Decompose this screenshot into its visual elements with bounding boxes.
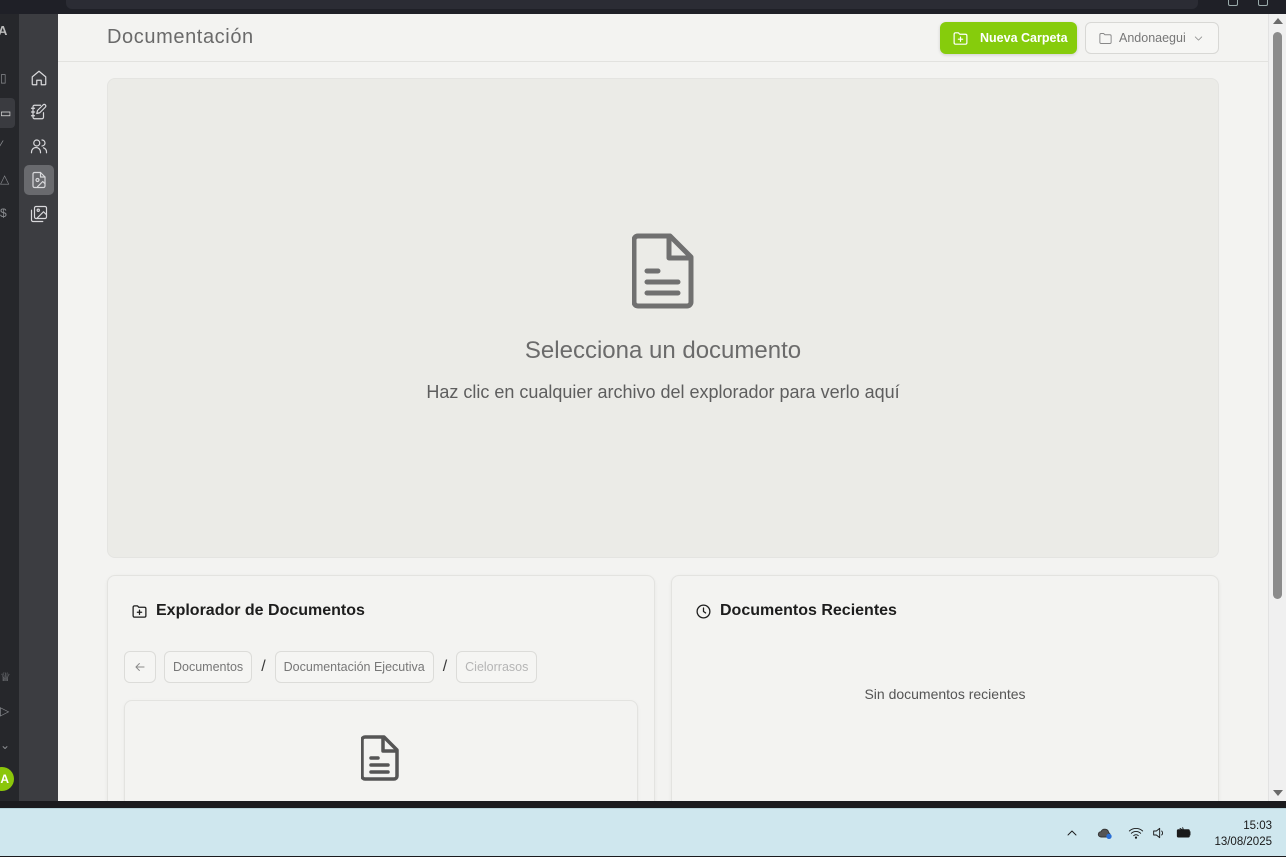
recent-title: Documentos Recientes — [720, 602, 897, 619]
clock-time: 15:03 — [1243, 820, 1272, 832]
nav-sidebar — [19, 14, 58, 801]
notebook-edit-icon — [30, 103, 47, 120]
explorer-header: Explorador de Documentos — [131, 602, 365, 620]
scrollbar-thumb[interactable] — [1273, 32, 1282, 599]
users-icon — [30, 139, 48, 154]
nav-gallery-button[interactable] — [24, 199, 54, 229]
onedrive-tray-button[interactable] — [1094, 809, 1116, 857]
document-explorer-card: Explorador de Documentos Documentos / Do… — [107, 575, 655, 801]
avatar[interactable]: A — [0, 767, 14, 791]
scroll-up-icon[interactable] — [1273, 18, 1283, 24]
recent-empty-state: Sin documentos recientes — [864, 686, 1026, 702]
nav-users-button[interactable] — [24, 131, 54, 161]
back-button[interactable] — [124, 651, 156, 683]
clock-date: 13/08/2025 — [1214, 836, 1272, 848]
breadcrumb-item-documentacion-ejecutiva[interactable]: Documentación Ejecutiva — [274, 651, 434, 683]
outer-nav-item-5[interactable]: $ — [0, 206, 12, 220]
breadcrumb-separator: / — [442, 658, 448, 675]
file-text-icon — [360, 735, 401, 781]
app-logo: A — [0, 24, 8, 38]
taskbar: 15:03 13/08/2025 — [0, 808, 1286, 856]
file-text-icon — [631, 233, 694, 309]
new-folder-label: Nueva Carpeta — [980, 31, 1068, 45]
outer-nav-item-3[interactable]: ⁄ — [0, 138, 12, 152]
page-header: Documentación Nueva Carpeta Andonaegui — [58, 14, 1268, 62]
window-restore-icon[interactable] — [1228, 0, 1238, 6]
breadcrumb-item-documentos[interactable]: Documentos — [164, 651, 253, 683]
breadcrumb-separator: / — [261, 658, 266, 675]
main-content: Documentación Nueva Carpeta Andonaegui S… — [58, 14, 1268, 801]
wifi-tray-button[interactable] — [1126, 809, 1146, 857]
breadcrumb: Documentos / Documentación Ejecutiva / C… — [124, 651, 538, 683]
clock-icon — [696, 603, 711, 619]
battery-icon — [1176, 827, 1191, 838]
document-viewer: Selecciona un documento Haz clic en cual… — [107, 78, 1219, 558]
new-folder-button[interactable]: Nueva Carpeta — [940, 22, 1077, 54]
system-clock[interactable]: 15:03 13/08/2025 — [1214, 818, 1272, 850]
outer-nav-item-6[interactable]: ♕ — [0, 670, 12, 684]
scroll-down-icon[interactable] — [1273, 790, 1283, 796]
browser-top-bar — [0, 0, 1286, 14]
folder-plus-icon — [953, 31, 968, 45]
arrow-left-icon — [135, 663, 145, 671]
window-bottom-edge — [0, 801, 1286, 808]
outer-nav-item-7[interactable]: ▷ — [0, 704, 12, 718]
recent-header: Documentos Recientes — [695, 602, 897, 620]
folder-icon — [1099, 32, 1112, 44]
file-image-icon — [32, 171, 46, 189]
outer-nav-item-4[interactable]: △ — [0, 172, 12, 186]
chevron-down-icon — [1194, 35, 1202, 41]
nav-notebook-button[interactable] — [24, 97, 54, 127]
wifi-icon — [1128, 827, 1144, 839]
file-list — [124, 700, 638, 801]
recent-documents-card: Documentos Recientes Sin documentos reci… — [671, 575, 1219, 801]
outer-sidebar: A ▯ ▭ ⁄ △ $ ♕ ▷ ⌄ A — [0, 14, 19, 801]
project-name: Andonaegui — [1119, 31, 1186, 45]
address-bar[interactable] — [66, 0, 1198, 9]
explorer-title: Explorador de Documentos — [156, 602, 365, 619]
breadcrumb-item-cielorrasos: Cielorrasos — [456, 651, 538, 683]
speaker-icon — [1153, 827, 1164, 839]
home-icon — [31, 70, 47, 86]
nav-documents-button[interactable] — [24, 165, 54, 195]
outer-nav-item-1[interactable]: ▯ — [0, 71, 12, 85]
outer-nav-item-8[interactable]: ⌄ — [0, 738, 12, 752]
outer-nav-item-2[interactable]: ▭ — [0, 106, 12, 120]
page-scrollbar[interactable] — [1268, 14, 1286, 801]
onedrive-icon — [1097, 828, 1112, 839]
nav-home-button[interactable] — [24, 63, 54, 93]
project-selector[interactable]: Andonaegui — [1085, 22, 1219, 54]
folder-plus-icon — [132, 604, 147, 618]
battery-tray-button[interactable] — [1173, 809, 1195, 857]
viewer-title: Selecciona un documento — [524, 337, 802, 364]
viewer-subtitle: Haz clic en cualquier archivo del explor… — [426, 382, 900, 402]
volume-tray-button[interactable] — [1149, 809, 1169, 857]
show-hidden-icons-button[interactable] — [1062, 809, 1082, 857]
page-title: Documentación — [107, 26, 254, 48]
chevron-up-icon — [1067, 830, 1077, 836]
image-gallery-icon — [30, 205, 48, 223]
window-close-icon[interactable] — [1258, 0, 1268, 6]
